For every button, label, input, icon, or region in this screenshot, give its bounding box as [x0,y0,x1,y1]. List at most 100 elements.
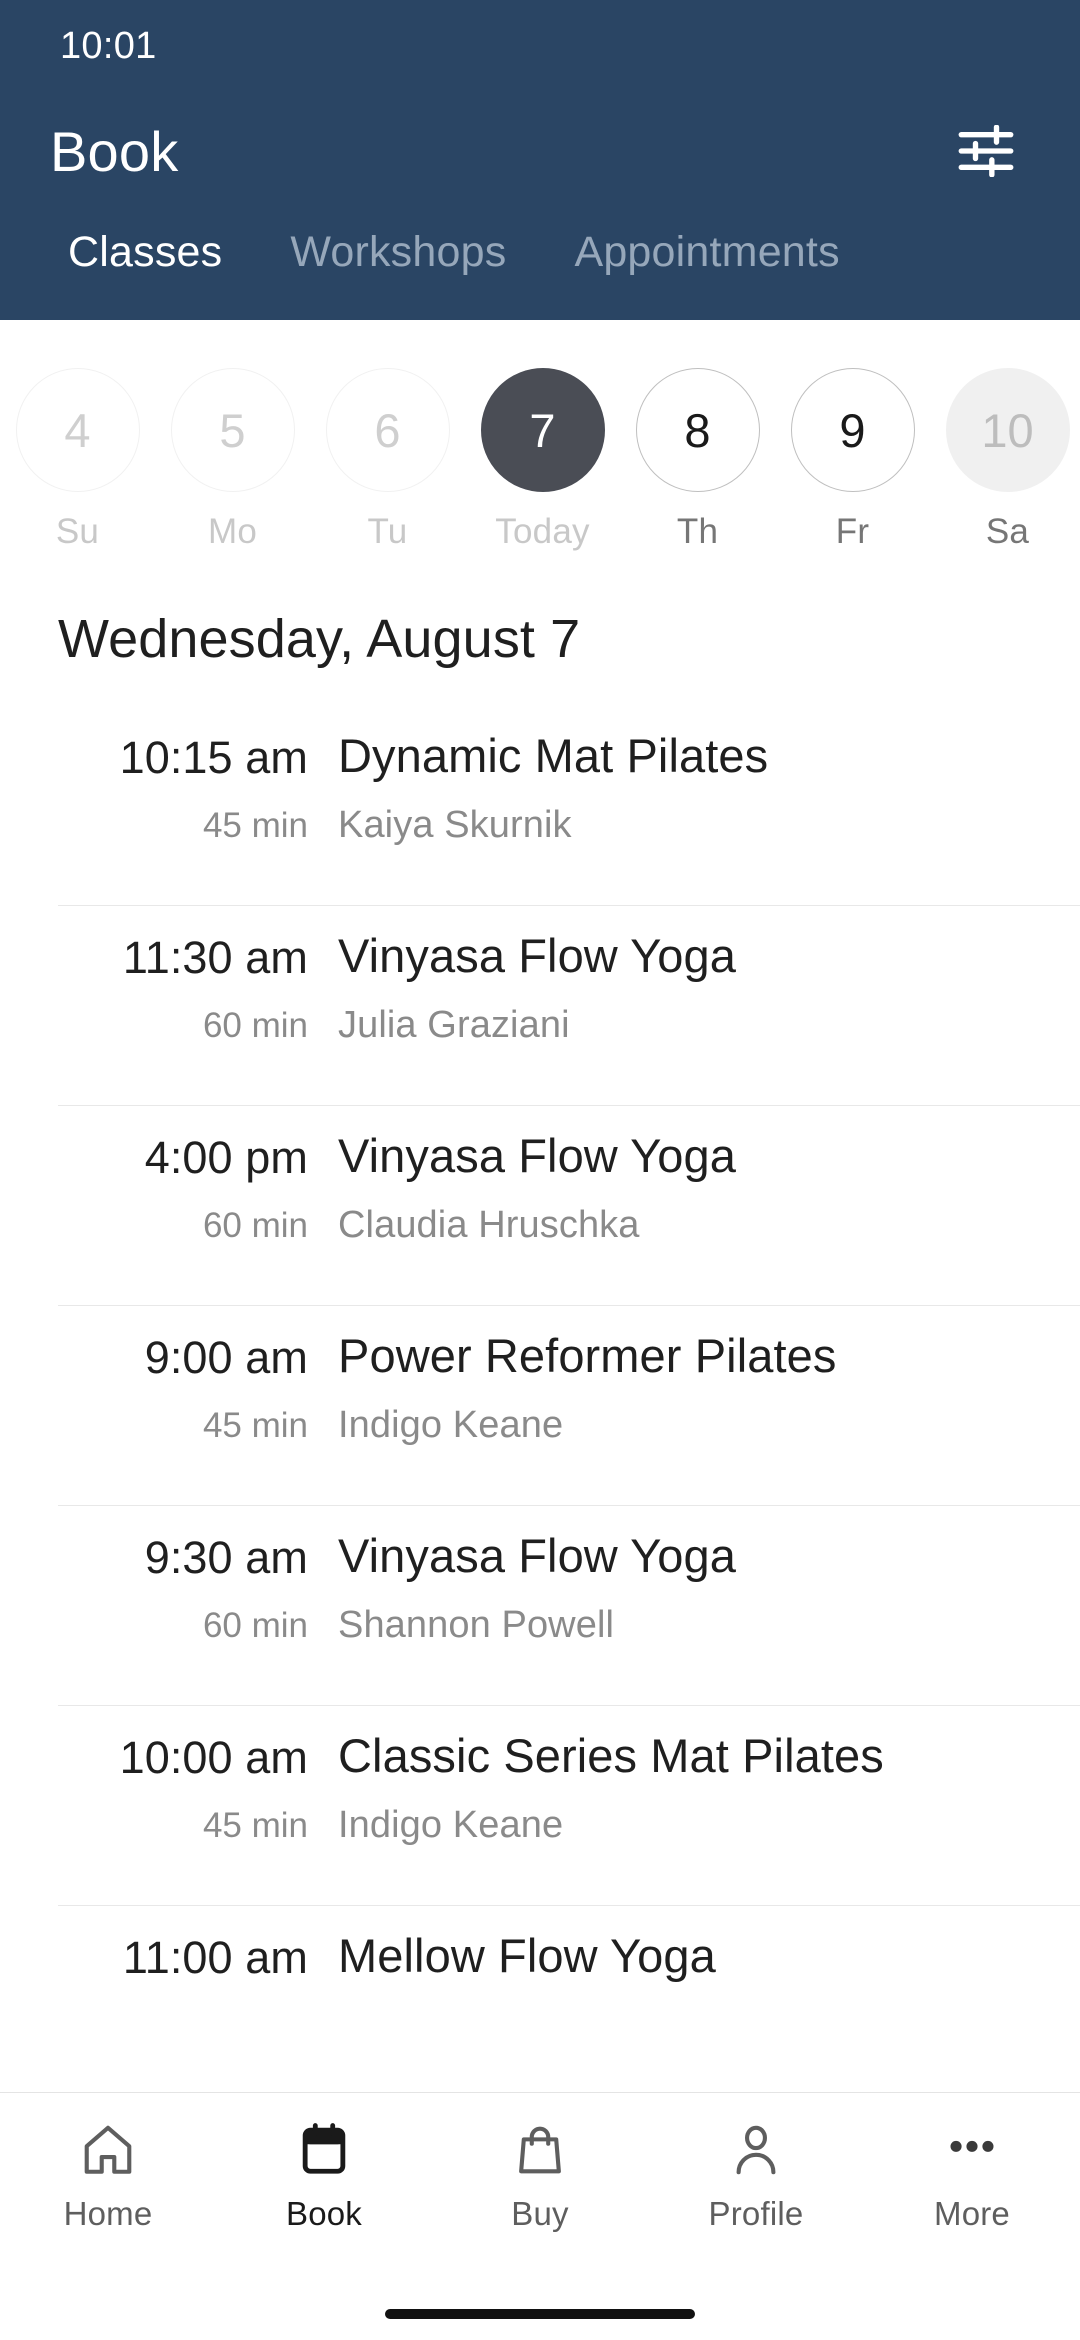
class-row[interactable]: 10:15 am 45 min Dynamic Mat Pilates Kaiy… [58,706,1080,906]
date-item-4[interactable]: 4 Su [0,368,155,552]
class-name: Classic Series Mat Pilates [338,1729,884,1782]
date-number: 7 [480,368,605,492]
class-name: Power Reformer Pilates [338,1329,837,1382]
date-item-10[interactable]: 10 Sa [930,368,1080,552]
class-start-time: 9:30 am [144,1532,308,1583]
class-time-block: 10:15 am 45 min [58,728,338,846]
date-item-8[interactable]: 8 Th [620,368,775,552]
tab-bar: Classes Workshops Appointments [0,210,1080,320]
class-teacher: Kaiya Skurnik [338,803,572,846]
bottom-navigation: Home Book Buy Profile More [0,2092,1080,2288]
class-start-time: 10:15 am [119,732,308,783]
class-info-block: Vinyasa Flow Yoga Claudia Hruschka [338,1128,1050,1247]
class-row[interactable]: 11:00 am Mellow Flow Yoga [58,1906,1080,2092]
class-info-block: Mellow Flow Yoga [338,1928,1050,2004]
class-row[interactable]: 10:00 am 45 min Classic Series Mat Pilat… [58,1706,1080,1906]
nav-item-profile[interactable]: Profile [648,2119,864,2233]
bag-icon [511,2119,569,2181]
tab-classes[interactable]: Classes [34,228,256,277]
class-info-block: Vinyasa Flow Yoga Shannon Powell [338,1528,1050,1647]
class-info-block: Vinyasa Flow Yoga Julia Graziani [338,928,1050,1047]
class-time-block: 9:30 am 60 min [58,1528,338,1646]
date-strip[interactable]: 4 Su 5 Mo 6 Tu 7 Today 8 Th 9 Fr 10 Sa [0,320,1080,560]
class-name: Vinyasa Flow Yoga [338,1129,737,1182]
date-weekday: Tu [367,512,408,551]
nav-item-more[interactable]: More [864,2119,1080,2233]
class-time-block: 11:00 am [58,1928,338,2006]
date-weekday: Mo [207,512,258,551]
nav-item-home[interactable]: Home [0,2119,216,2233]
date-weekday: Today [495,512,590,551]
class-duration: 60 min [202,1006,308,1045]
date-item-6[interactable]: 6 Tu [310,368,465,552]
date-number: 10 [945,368,1070,492]
nav-label: Home [63,2195,153,2232]
class-time-block: 4:00 pm 60 min [58,1128,338,1246]
class-row[interactable]: 11:30 am 60 min Vinyasa Flow Yoga Julia … [58,906,1080,1106]
class-start-time: 11:00 am [122,1932,308,1983]
class-name: Vinyasa Flow Yoga [338,1529,737,1582]
date-weekday: Su [55,512,100,551]
date-item-9[interactable]: 9 Fr [775,368,930,552]
date-weekday: Fr [835,512,870,551]
class-time-block: 11:30 am 60 min [58,928,338,1046]
class-teacher: Indigo Keane [338,1803,564,1846]
class-row[interactable]: 9:30 am 60 min Vinyasa Flow Yoga Shannon… [58,1506,1080,1706]
nav-item-buy[interactable]: Buy [432,2119,648,2233]
class-list: 10:15 am 45 min Dynamic Mat Pilates Kaiy… [0,706,1080,2092]
class-time-block: 10:00 am 45 min [58,1728,338,1846]
status-bar-clock: 10:01 [60,24,157,67]
day-heading: Wednesday, August 7 [58,609,581,669]
class-teacher: Indigo Keane [338,1403,564,1446]
date-weekday: Sa [985,512,1030,551]
class-time-block: 9:00 am 45 min [58,1328,338,1446]
nav-label: Book [285,2195,363,2232]
class-teacher: Claudia Hruschka [338,1203,640,1246]
class-start-time: 11:30 am [122,932,308,983]
class-info-block: Power Reformer Pilates Indigo Keane [338,1328,1050,1447]
class-start-time: 10:00 am [119,1732,308,1783]
date-number: 4 [15,368,140,492]
class-info-block: Classic Series Mat Pilates Indigo Keane [338,1728,1050,1847]
class-duration: 45 min [202,1406,308,1445]
home-icon [79,2119,137,2181]
tab-workshops[interactable]: Workshops [256,228,540,277]
class-duration: 60 min [202,1606,308,1645]
date-number: 6 [325,368,450,492]
class-name: Mellow Flow Yoga [338,1929,716,1982]
nav-label: Buy [511,2195,569,2232]
class-duration: 60 min [202,1206,308,1245]
class-info-block: Dynamic Mat Pilates Kaiya Skurnik [338,728,1050,847]
class-teacher: Shannon Powell [338,1603,615,1646]
ellipsis-icon [943,2119,1001,2181]
date-number: 8 [635,368,760,492]
class-name: Dynamic Mat Pilates [338,729,769,782]
nav-label: More [934,2195,1010,2232]
date-item-5[interactable]: 5 Mo [155,368,310,552]
nav-label: Profile [708,2195,804,2232]
date-weekday: Th [676,512,719,551]
status-bar: 10:01 [0,0,1080,92]
person-icon [727,2119,785,2181]
sliders-icon [958,125,1014,177]
app-header: 10:01 Book Classes Workshops Appointment… [0,0,1080,320]
nav-item-book[interactable]: Book [216,2119,432,2233]
class-row[interactable]: 4:00 pm 60 min Vinyasa Flow Yoga Claudia… [58,1106,1080,1306]
class-start-time: 9:00 am [144,1332,308,1383]
class-name: Vinyasa Flow Yoga [338,929,737,982]
date-number: 5 [170,368,295,492]
class-duration: 45 min [202,1806,308,1845]
date-item-7-today[interactable]: 7 Today [465,368,620,552]
tab-appointments[interactable]: Appointments [540,228,873,277]
class-teacher: Julia Graziani [338,1003,570,1046]
home-indicator-area [0,2288,1080,2340]
class-duration: 45 min [202,806,308,845]
page-title: Book [50,119,179,183]
class-row[interactable]: 9:00 am 45 min Power Reformer Pilates In… [58,1306,1080,1506]
filter-button[interactable] [940,105,1032,197]
home-indicator[interactable] [385,2309,695,2319]
date-number: 9 [790,368,915,492]
calendar-icon [295,2119,353,2181]
title-bar: Book [0,92,1080,210]
class-start-time: 4:00 pm [144,1132,308,1183]
